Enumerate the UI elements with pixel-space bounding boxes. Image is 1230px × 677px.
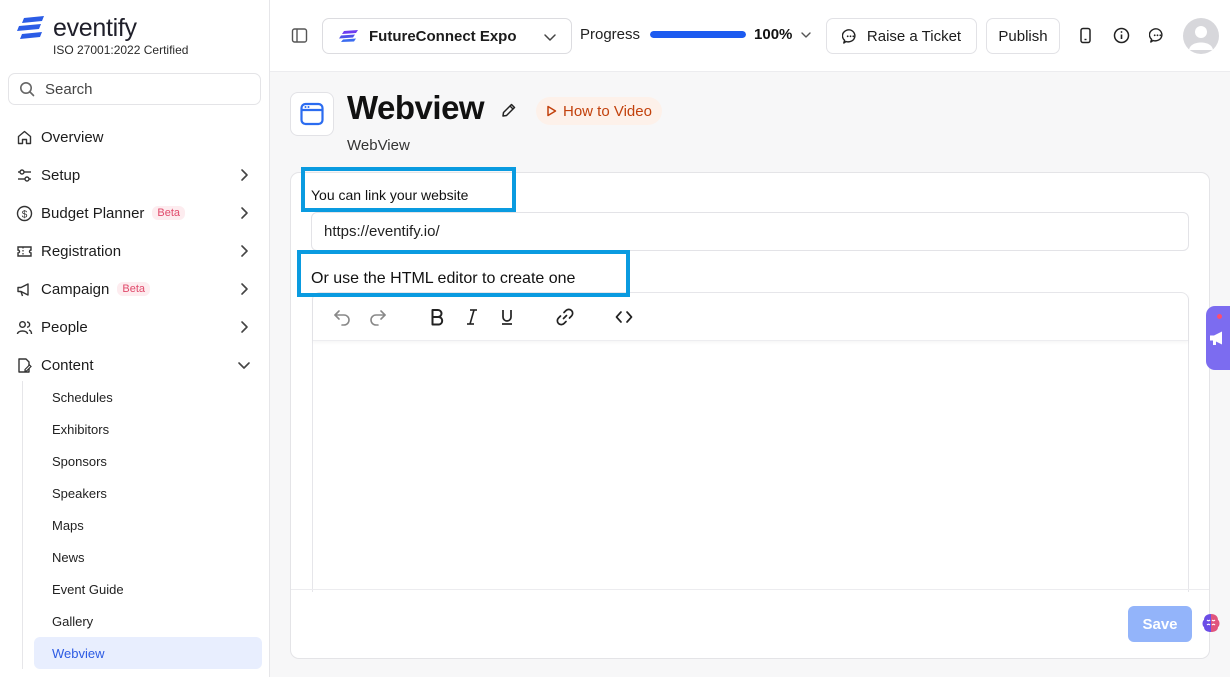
sidebar-item-label: Content [41,356,94,374]
progress-label: Progress [580,26,641,43]
highlight-box-link-label [301,167,516,212]
sidebar-item-label: Budget Planner [41,204,145,222]
editor-content-area[interactable] [313,341,1188,591]
search-placeholder: Search [45,80,93,98]
how-to-video-button[interactable]: How to Video [536,97,662,125]
subnav-item-speakers[interactable]: Speakers [34,477,262,509]
italic-icon[interactable] [462,307,482,327]
sidebar-item-label: People [41,318,88,336]
chat-bubble-icon [841,28,859,45]
ai-assistant-icon[interactable] [1200,612,1222,634]
event-logo-icon [339,30,359,42]
redo-icon[interactable] [368,307,388,327]
highlight-box-editor-label [297,250,630,297]
topbar: FutureConnect Expo Progress 100% Raise a… [270,0,1230,72]
code-icon[interactable] [614,307,634,327]
raise-ticket-label: Raise a Ticket [866,27,962,45]
subnav-item-exhibitors[interactable]: Exhibitors [34,413,262,445]
chevron-down-icon [543,30,557,44]
link-icon[interactable] [555,307,575,327]
sidebar-nav: Overview Setup $ Budget Planner Beta Reg… [0,118,269,384]
sidebar-item-registration[interactable]: Registration [0,232,269,270]
subnav-item-webview[interactable]: Webview [34,637,262,669]
subnav-item-news[interactable]: News [34,541,262,573]
file-edit-icon [16,357,33,374]
chevron-down-icon [237,358,251,372]
sidebar-item-label: Campaign [41,280,110,298]
sidebar-item-label: Registration [41,242,122,260]
sidebar-item-label: Overview [41,128,104,146]
subnav-item-sponsors[interactable]: Sponsors [34,445,262,477]
users-icon [16,319,33,336]
beta-badge: Beta [117,282,151,296]
eventify-logo-icon [16,15,47,42]
brand-name: eventify [53,14,137,42]
sidebar-item-label: Setup [41,166,81,184]
beta-badge: Beta [152,206,186,220]
progress-bar [650,31,747,38]
avatar[interactable] [1183,18,1219,54]
page-title: Webview [347,89,485,126]
how-to-video-label: How to Video [563,102,652,120]
search-box[interactable]: Search [8,73,261,105]
sidebar: eventify ISO 27001:2022 Certified Search… [0,0,270,677]
save-button[interactable]: Save [1128,606,1192,642]
subnav-item-maps[interactable]: Maps [34,509,262,541]
megaphone-icon [16,281,33,298]
play-icon [546,105,557,117]
card-footer-divider [291,589,1209,590]
sidebar-item-budget-planner[interactable]: $ Budget Planner Beta [0,194,269,232]
editor-toolbar [313,293,1188,341]
chevron-right-icon [237,168,251,182]
sidebar-item-content[interactable]: Content [0,346,269,384]
progress-value: 100% [754,26,793,43]
event-selector[interactable]: FutureConnect Expo [322,18,572,54]
dollar-circle-icon: $ [16,205,33,222]
chevron-right-icon [237,320,251,334]
undo-icon[interactable] [332,307,352,327]
publish-button[interactable]: Publish [986,18,1060,54]
brand: eventify ISO 27001:2022 Certified [16,14,188,57]
sidebar-toggle-icon[interactable] [291,27,308,44]
info-icon[interactable] [1113,27,1130,44]
sliders-icon [16,167,33,184]
event-name: FutureConnect Expo [369,27,517,45]
sidebar-item-people[interactable]: People [0,308,269,346]
page-subtitle: WebView [347,137,410,154]
chevron-right-icon [237,244,251,258]
subnav-item-gallery[interactable]: Gallery [34,605,262,637]
progress-indicator[interactable]: Progress 100% [580,26,812,43]
megaphone-icon [1209,330,1227,346]
sidebar-item-setup[interactable]: Setup [0,156,269,194]
progress-fill [650,31,747,38]
chevron-right-icon [237,206,251,220]
subnav-item-schedules[interactable]: Schedules [34,381,262,413]
sidebar-item-campaign[interactable]: Campaign Beta [0,270,269,308]
notification-dot [1217,314,1222,319]
search-icon [19,81,35,97]
chevron-right-icon [237,282,251,296]
html-editor [312,292,1189,592]
bold-icon[interactable] [427,307,447,327]
chevron-down-icon [800,29,812,41]
underline-icon[interactable] [497,307,517,327]
pencil-icon[interactable] [500,102,517,119]
sidebar-item-overview[interactable]: Overview [0,118,269,156]
mobile-preview-icon[interactable] [1077,27,1094,44]
content-subnav: Schedules Exhibitors Sponsors Speakers M… [22,381,270,669]
raise-ticket-button[interactable]: Raise a Ticket [826,18,977,54]
webview-page-icon [290,92,334,136]
certification-text: ISO 27001:2022 Certified [53,43,189,57]
svg-text:$: $ [22,209,28,220]
ticket-icon [16,243,33,260]
home-icon [16,129,33,146]
chat-icon[interactable] [1149,27,1166,44]
subnav-item-event-guide[interactable]: Event Guide [34,573,262,605]
website-url-input[interactable] [311,212,1189,251]
